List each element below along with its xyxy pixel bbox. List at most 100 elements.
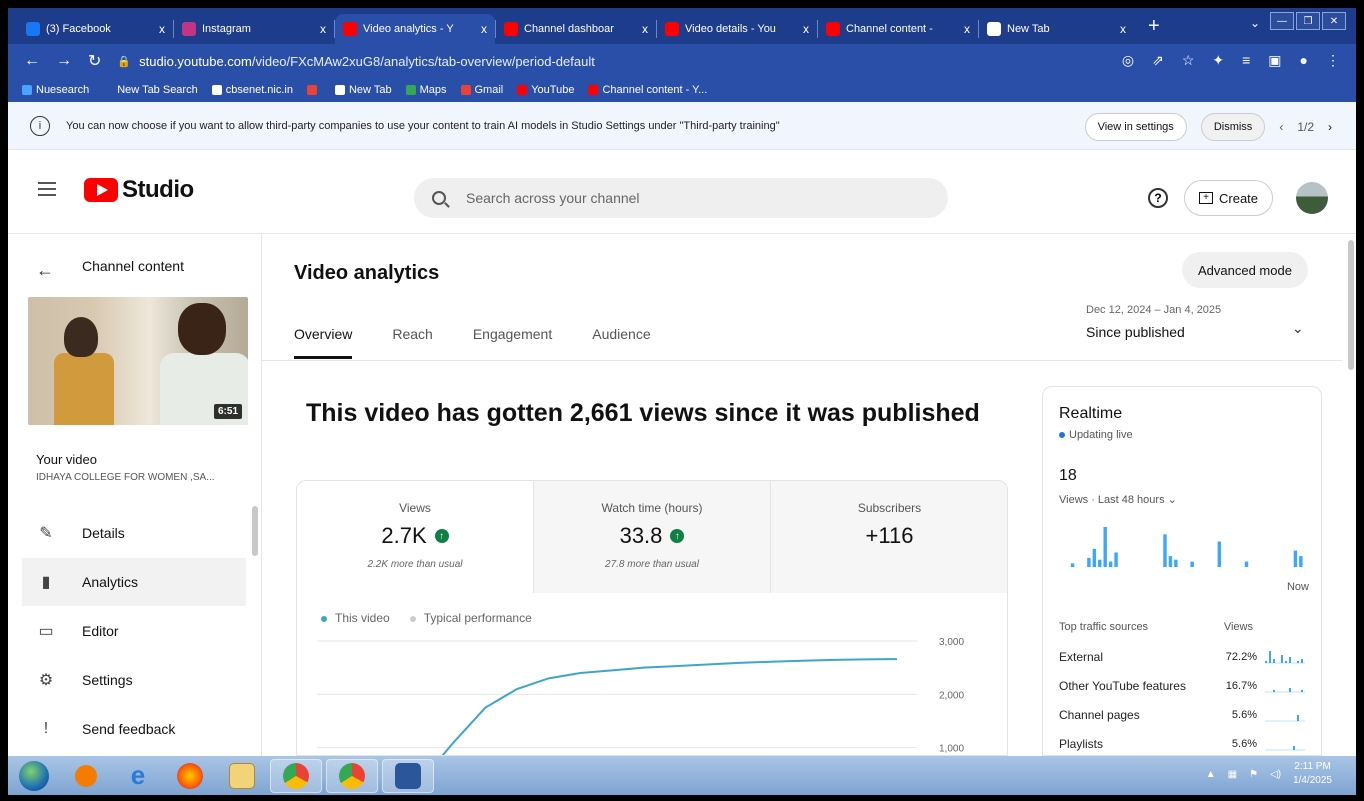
bookmark-item[interactable] <box>306 85 321 95</box>
taskbar-word[interactable] <box>382 758 434 793</box>
views-chart: 3,000 2,000 1,000 <box>317 637 964 755</box>
tab-close-icon[interactable]: x <box>793 22 809 36</box>
extensions-icon[interactable]: ✦ <box>1212 52 1224 69</box>
back-arrow-icon[interactable]: ← <box>36 260 54 281</box>
realtime-count: 18 <box>1059 467 1077 484</box>
sparkline-bar <box>1289 657 1291 663</box>
traffic-source-row[interactable]: Channel pages 5.6% <box>1059 707 1309 723</box>
studio-logo[interactable]: Studio <box>84 176 194 204</box>
new-tab-button[interactable]: + <box>1148 15 1160 38</box>
clock[interactable]: 2:11 PM 1/4/2025 <box>1293 760 1332 788</box>
share-icon[interactable]: ⇗ <box>1152 52 1164 69</box>
tab-close-icon[interactable]: x <box>310 22 326 36</box>
traffic-source-row[interactable]: Other YouTube features 16.7% <box>1059 678 1309 694</box>
bookmark-item[interactable]: Nuesearch <box>22 84 89 96</box>
taskbar-media-player[interactable] <box>60 759 112 793</box>
metric-card-2[interactable]: Subscribers +116 <box>771 481 1007 593</box>
browser-tab[interactable]: Instagram x <box>174 14 334 44</box>
browser-tab[interactable]: New Tab x <box>979 14 1134 44</box>
avatar[interactable] <box>1296 182 1328 214</box>
sparkline-bar <box>1293 746 1295 750</box>
taskbar-ie[interactable]: e <box>112 759 164 793</box>
tray-expand-icon[interactable]: ▲ <box>1206 769 1216 780</box>
eye-off-icon[interactable]: ◎ <box>1122 52 1134 69</box>
reading-list-icon[interactable]: ≡ <box>1242 52 1250 69</box>
main-scrollbar[interactable] <box>1348 240 1354 370</box>
sidebar-item-settings[interactable]: ⚙ Settings <box>22 656 246 704</box>
tab-close-icon[interactable]: x <box>1110 22 1126 36</box>
bookmark-item[interactable]: Gmail <box>460 84 503 96</box>
tab-engagement[interactable]: Engagement <box>473 326 552 359</box>
prev-chevron-icon[interactable]: ‹ <box>1279 120 1283 134</box>
realtime-period-dropdown[interactable]: Views · Last 48 hours ⌄ <box>1059 493 1177 506</box>
star-icon[interactable]: ☆ <box>1182 52 1195 69</box>
traffic-source-row[interactable]: Playlists 5.6% <box>1059 736 1309 752</box>
video-thumbnail[interactable]: 6:51 <box>28 297 248 425</box>
browser-tab[interactable]: Video details - You x <box>657 14 817 44</box>
traffic-source-pct: 72.2% <box>1225 651 1257 663</box>
sidebar-item-send-feedback[interactable]: ! Send feedback <box>22 705 246 753</box>
tab-close-icon[interactable]: x <box>632 22 648 36</box>
bookmark-item[interactable]: YouTube <box>517 84 574 96</box>
bookmark-item[interactable]: Maps <box>405 84 447 96</box>
create-button[interactable]: + Create <box>1184 180 1274 216</box>
taskbar-chrome-2[interactable] <box>326 758 378 793</box>
tab-search-icon[interactable]: ⌄ <box>1250 16 1260 30</box>
network-icon[interactable]: ▦ <box>1228 769 1237 780</box>
traffic-source-sparkline <box>1265 651 1305 664</box>
analytics-tabs: Overview Reach Engagement Audience <box>294 326 651 359</box>
browser-tab[interactable]: (3) Facebook x <box>18 14 173 44</box>
metric-card-1[interactable]: Watch time (hours) 33.8 ↑ 27.8 more than us… <box>534 481 771 593</box>
window-controls: — ❐ ✕ <box>1270 12 1346 30</box>
back-arrow-icon[interactable]: ← <box>24 52 40 70</box>
taskbar-firefox[interactable] <box>164 759 216 793</box>
metric-card-0[interactable]: Views 2.7K ↑ 2.2K more than usual <box>297 481 534 593</box>
browser-tab[interactable]: Video analytics - Y x <box>335 14 495 44</box>
view-in-settings-button[interactable]: View in settings <box>1084 113 1187 141</box>
tab-overview[interactable]: Overview <box>294 326 353 359</box>
next-chevron-icon[interactable]: › <box>1328 120 1332 134</box>
tab-close-icon[interactable]: x <box>149 22 165 36</box>
maximize-button[interactable]: ❐ <box>1296 12 1320 30</box>
taskbar-explorer[interactable] <box>216 759 268 793</box>
traffic-source-row[interactable]: External 72.2% <box>1059 649 1309 665</box>
tab-reach[interactable]: Reach <box>392 326 432 359</box>
browser-tab[interactable]: Channel dashboar x <box>496 14 656 44</box>
minimize-button[interactable]: — <box>1270 12 1294 30</box>
tab-close-icon[interactable]: x <box>954 22 970 36</box>
bookmark-item[interactable]: cbsenet.nic.in <box>211 84 293 96</box>
advanced-mode-button[interactable]: Advanced mode <box>1182 252 1308 288</box>
profile-icon[interactable]: ● <box>1300 52 1308 69</box>
bookmark-item[interactable]: Channel content - Y... <box>588 84 707 96</box>
search-input[interactable]: Search across your channel <box>414 178 948 218</box>
tab-audience[interactable]: Audience <box>592 326 650 359</box>
thumb-figure-left <box>54 353 114 425</box>
reload-icon[interactable]: ↻ <box>88 51 101 71</box>
banner-message: You can now choose if you want to allow … <box>66 119 780 132</box>
volume-icon[interactable]: ◁) <box>1270 769 1281 780</box>
live-label: Updating live <box>1069 429 1133 441</box>
side-panel-icon[interactable]: ▣ <box>1268 52 1281 69</box>
dismiss-button[interactable]: Dismiss <box>1200 113 1266 141</box>
close-window-button[interactable]: ✕ <box>1322 12 1346 30</box>
help-icon[interactable]: ? <box>1148 188 1168 208</box>
bookmark-item[interactable]: New Tab <box>334 84 392 96</box>
sidebar-item-editor[interactable]: ▭ Editor <box>22 607 246 655</box>
sparkline-bar <box>1301 690 1303 692</box>
forward-arrow-icon[interactable]: → <box>56 52 72 70</box>
browser-tab[interactable]: Channel content - x <box>818 14 978 44</box>
trend-up-icon: ↑ <box>434 529 449 543</box>
url-field[interactable]: studio.youtube.com/video/FXcMAw2xuG8/ana… <box>139 54 595 69</box>
hamburger-menu-icon[interactable] <box>38 182 56 196</box>
menu-kebab-icon[interactable]: ⋮ <box>1326 52 1340 69</box>
realtime-bar <box>1174 559 1178 567</box>
tab-close-icon[interactable]: x <box>471 22 487 36</box>
sidebar-item-details[interactable]: ✎ Details <box>22 509 246 557</box>
bookmark-item[interactable]: New Tab Search <box>103 84 198 96</box>
chevron-down-icon[interactable]: ⌄ <box>1292 320 1304 337</box>
sidebar-item-analytics[interactable]: ▮ Analytics <box>22 558 246 606</box>
flag-icon[interactable]: ⚑ <box>1249 769 1258 780</box>
sidebar-scrollbar[interactable] <box>252 506 258 556</box>
taskbar-chrome-1[interactable] <box>270 758 322 793</box>
start-button[interactable] <box>8 759 60 793</box>
